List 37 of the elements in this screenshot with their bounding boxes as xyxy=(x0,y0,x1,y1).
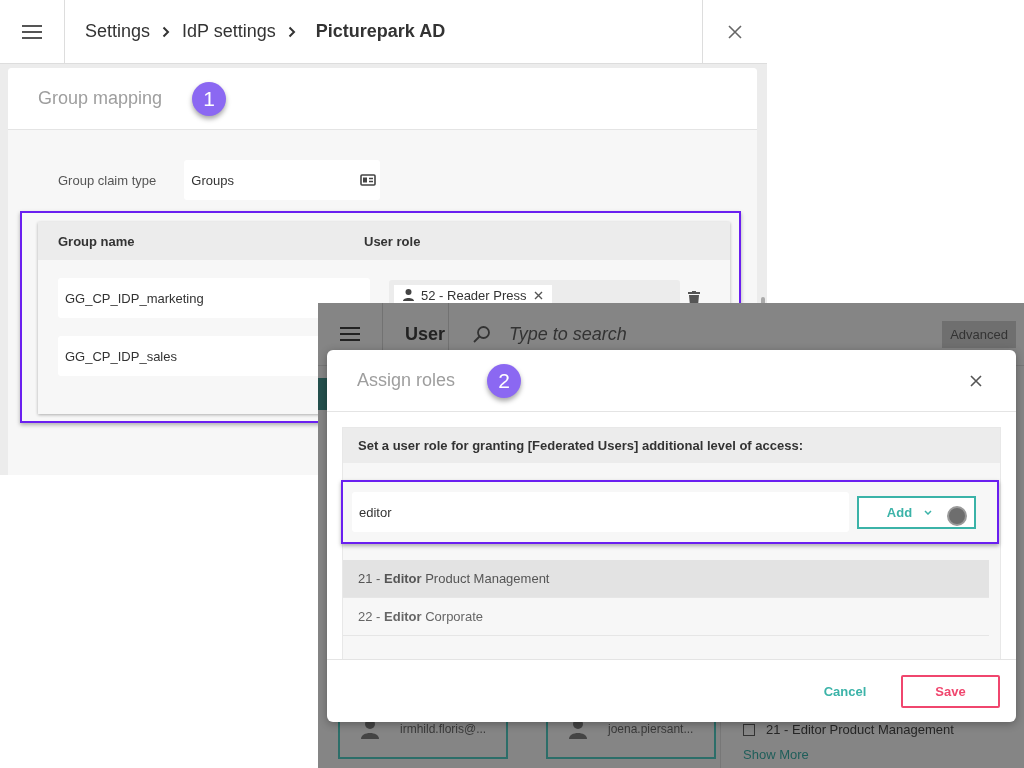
menu-icon[interactable] xyxy=(340,327,360,341)
role-option[interactable]: 21 - Editor Product Management xyxy=(343,560,989,598)
remove-icon[interactable] xyxy=(533,290,543,300)
group-name-field[interactable]: GG_CP_IDP_marketing xyxy=(58,278,370,318)
person-icon xyxy=(403,289,414,301)
field-label: Group claim type xyxy=(58,172,157,188)
chip-label: 52 - Reader Press xyxy=(421,287,527,303)
user-avatar-icon xyxy=(569,719,587,739)
breadcrumb[interactable]: IdP settings xyxy=(182,21,276,42)
chevron-icon xyxy=(162,25,171,38)
checkbox[interactable] xyxy=(743,723,755,736)
step-marker: 1 xyxy=(192,81,227,116)
chevron-icon xyxy=(287,25,296,38)
role-option[interactable]: 22 - Editor Corporate xyxy=(343,598,989,636)
caret-icon xyxy=(924,509,933,515)
search-icon xyxy=(473,325,491,343)
user-email: irmhild.floris@... xyxy=(400,722,487,736)
filter-label: 21 - Editor Product Management xyxy=(766,722,954,737)
user-avatar-icon xyxy=(361,719,379,739)
id-card-icon xyxy=(360,174,377,186)
instruction-text: Set a user role for granting [Federated Users] additional level of access: xyxy=(358,438,804,453)
role-field[interactable]: 52 - Reader Press xyxy=(389,280,680,305)
breadcrumb: Picturepark AD xyxy=(315,21,446,42)
step-marker: 2 xyxy=(487,363,522,398)
close-icon[interactable] xyxy=(728,24,742,39)
close-icon[interactable] xyxy=(970,374,982,387)
menu-icon[interactable] xyxy=(22,24,42,39)
user-email: joena.piersant... xyxy=(608,722,694,736)
claim-type-field[interactable]: Groups xyxy=(184,160,381,200)
save-button[interactable]: Save xyxy=(901,674,1000,708)
role-search-field[interactable]: editor xyxy=(352,492,849,532)
page-title: User xyxy=(405,323,446,345)
search-field[interactable]: Type to search xyxy=(507,322,911,346)
breadcrumb[interactable]: Settings xyxy=(85,21,151,42)
column-header: Group name xyxy=(57,233,136,249)
column-header: User role xyxy=(364,233,421,249)
section-title: Group mapping xyxy=(38,88,163,109)
